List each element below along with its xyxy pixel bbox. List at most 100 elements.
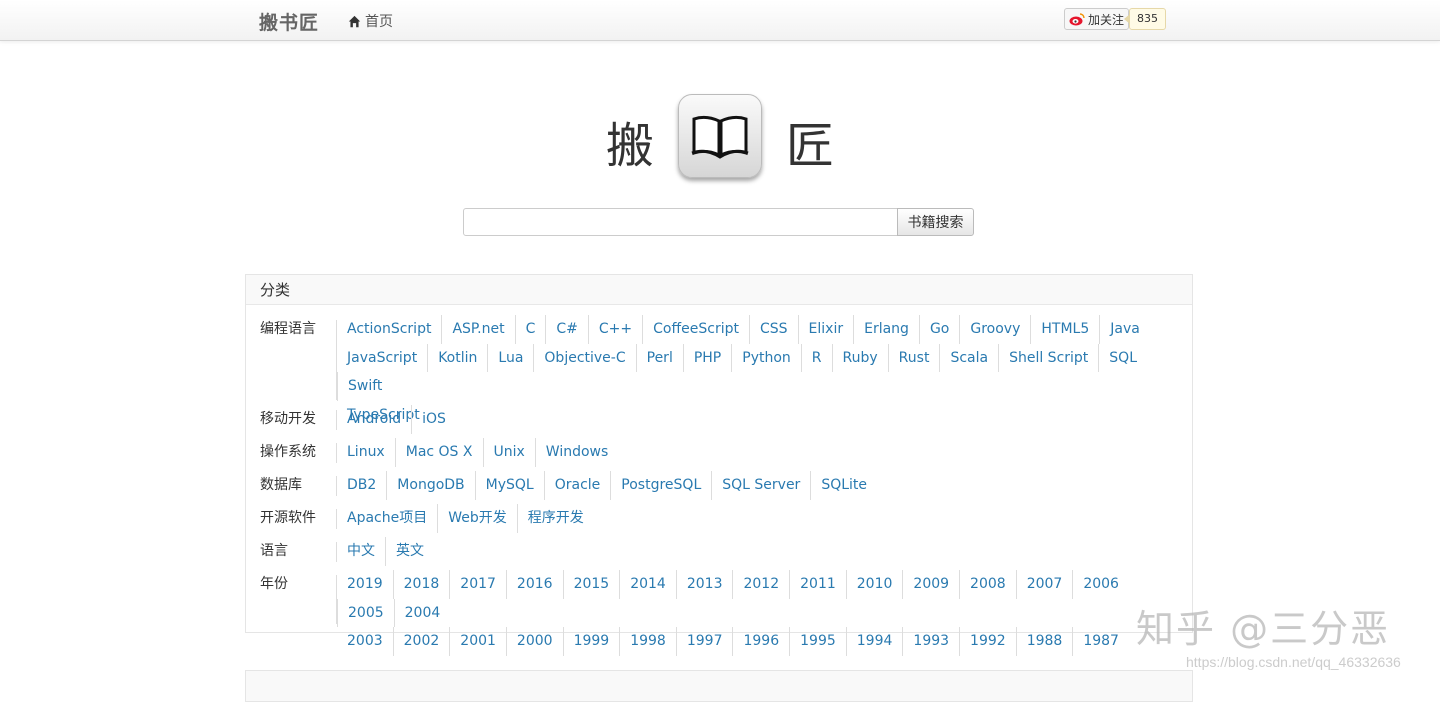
category-link[interactable]: 2000 (505, 627, 563, 656)
category-link[interactable]: 2009 (902, 570, 959, 599)
home-icon (348, 15, 361, 27)
category-link[interactable]: 2016 (505, 570, 563, 599)
category-link[interactable]: 2011 (789, 570, 846, 599)
category-links: Android iOS (337, 405, 1177, 434)
category-link[interactable]: HTML5 (1030, 315, 1099, 344)
category-link[interactable]: 1998 (619, 627, 676, 656)
category-link[interactable]: 2013 (675, 570, 733, 599)
category-link[interactable]: 2017 (449, 570, 506, 599)
category-link[interactable]: C# (545, 315, 588, 344)
category-link[interactable]: Lua (487, 343, 533, 372)
category-row-label: 操作系统 (260, 444, 316, 460)
category-link[interactable]: Java (1099, 315, 1150, 344)
category-link[interactable]: iOS (411, 405, 456, 434)
category-link[interactable]: SQLite (810, 471, 877, 500)
category-link[interactable]: MySQL (474, 471, 544, 500)
category-link[interactable]: 2003 (337, 627, 393, 656)
category-link[interactable]: 1999 (562, 627, 620, 656)
category-link[interactable]: Kotlin (427, 343, 487, 372)
category-link[interactable]: 2008 (959, 570, 1016, 599)
category-link[interactable]: R (800, 343, 832, 372)
category-row-label: 开源软件 (260, 510, 316, 526)
nav-home-link[interactable]: 首页 (348, 11, 393, 31)
category-link[interactable]: 1993 (902, 627, 959, 656)
category-link[interactable]: Scala (939, 343, 998, 372)
category-link[interactable]: CoffeeScript (642, 315, 749, 344)
weibo-follow-button[interactable]: 加关注 (1064, 8, 1130, 30)
category-link[interactable]: Erlang (853, 315, 919, 344)
category-link[interactable]: 1988 (1015, 627, 1073, 656)
category-link[interactable]: SQL (1098, 343, 1147, 372)
category-row-label: 移动开发 (260, 411, 316, 427)
category-link[interactable]: 1996 (732, 627, 789, 656)
category-link[interactable]: 2012 (732, 570, 789, 599)
category-link[interactable]: SQL Server (711, 471, 810, 500)
category-link[interactable]: C (514, 315, 546, 344)
category-link[interactable]: 程序开发 (516, 504, 594, 533)
category-row: 开源软件 Apache项目 Web开发 程序开发 (246, 504, 1192, 533)
category-link[interactable]: Linux (337, 438, 395, 467)
category-link[interactable]: DB2 (337, 471, 386, 500)
logo-char-right: 匠 (786, 118, 835, 174)
category-link[interactable]: 2001 (449, 627, 506, 656)
category-link[interactable]: Swift (337, 372, 392, 401)
category-link[interactable]: Windows (534, 438, 619, 467)
category-links: DB2 MongoDB MySQL Oracle PostgreSQL SQL Serve… (337, 471, 1177, 500)
category-link[interactable]: Objective-C (533, 343, 635, 372)
category-links: Apache项目 Web开发 程序开发 (337, 504, 1177, 533)
category-link[interactable]: 英文 (385, 537, 434, 566)
category-link[interactable]: 2018 (392, 570, 450, 599)
category-links: 中文 英文 (337, 537, 1177, 566)
category-link[interactable]: Mac OS X (394, 438, 483, 467)
brand-logo-text[interactable]: 搬书匠 (259, 8, 319, 35)
category-link[interactable]: 2006 (1072, 570, 1129, 599)
category-link[interactable]: C++ (587, 315, 642, 344)
category-link[interactable]: MongoDB (386, 471, 474, 500)
category-row: 数据库 DB2 MongoDB MySQL Oracle PostgreSQL SQL Se… (246, 471, 1192, 500)
category-link[interactable]: 1994 (845, 627, 903, 656)
category-link[interactable]: PHP (682, 343, 731, 372)
category-link[interactable]: Ruby (831, 343, 888, 372)
weibo-icon (1069, 13, 1085, 26)
book-search-button[interactable]: 书籍搜索 (897, 208, 974, 236)
category-link[interactable]: Apache项目 (337, 504, 437, 533)
category-panel-title: 分类 (246, 275, 1192, 305)
next-panel (245, 670, 1193, 702)
category-link[interactable]: 1997 (675, 627, 733, 656)
category-link[interactable]: 2004 (393, 598, 451, 627)
category-link[interactable]: Perl (635, 343, 683, 372)
nav-home-label: 首页 (365, 14, 393, 30)
category-row: 移动开发 Android iOS (246, 405, 1192, 434)
category-link[interactable]: 1995 (789, 627, 846, 656)
category-link[interactable]: 1992 (959, 627, 1016, 656)
category-link[interactable]: 2015 (562, 570, 620, 599)
book-search-input[interactable] (463, 208, 899, 236)
category-row-label: 数据库 (260, 477, 302, 493)
category-link[interactable]: JavaScript (337, 344, 427, 373)
category-link[interactable]: 2007 (1015, 570, 1073, 599)
category-link[interactable]: Rust (887, 343, 940, 372)
category-link[interactable]: Go (918, 315, 959, 344)
category-link[interactable]: Web开发 (437, 504, 517, 533)
category-link[interactable]: ASP.net (441, 315, 514, 344)
category-links: Linux Mac OS X Unix Windows (337, 438, 1177, 467)
category-link[interactable]: Shell Script (998, 343, 1098, 372)
follow-label: 加关注 (1088, 12, 1125, 27)
category-link[interactable]: Oracle (543, 471, 611, 500)
category-link[interactable]: 2019 (337, 570, 393, 599)
category-link[interactable]: ActionScript (337, 315, 441, 344)
category-link[interactable]: 1987 (1072, 627, 1129, 656)
category-link[interactable]: Elixir (797, 315, 854, 344)
open-book-icon (678, 94, 762, 178)
category-link[interactable]: 中文 (337, 537, 385, 566)
category-link[interactable]: 2005 (337, 598, 394, 627)
category-link[interactable]: 2002 (392, 627, 450, 656)
category-link[interactable]: Android (337, 405, 411, 434)
category-link[interactable]: Unix (482, 438, 535, 467)
category-link[interactable]: PostgreSQL (610, 471, 711, 500)
category-link[interactable]: Groovy (959, 315, 1030, 344)
category-link[interactable]: 2010 (845, 570, 903, 599)
category-link[interactable]: CSS (748, 315, 798, 344)
category-link[interactable]: 2014 (619, 570, 676, 599)
category-link[interactable]: Python (731, 343, 801, 372)
